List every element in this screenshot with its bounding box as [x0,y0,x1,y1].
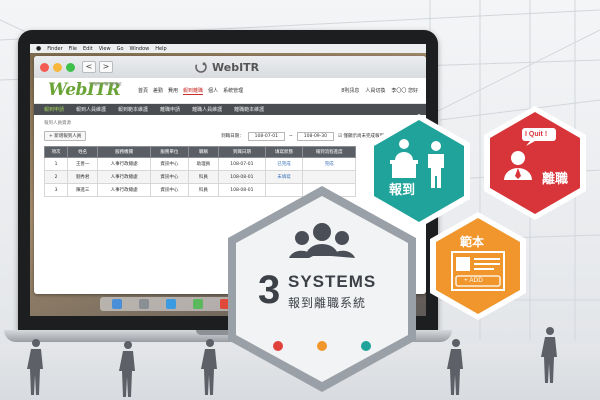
window-brand-text: WebITR [212,60,260,74]
table-cell: 科員 [187,183,220,197]
col-header-progress: 報到流程進度 [302,146,356,158]
menubar-item-view[interactable]: View [99,46,111,52]
sub-nav-resign-apply[interactable]: 離職申請 [160,106,180,113]
app-header: WebITR 行政院人事行政總處 首頁 差勤 費用 報到離職 個人 系統管理 8… [34,78,426,104]
table-cell: 108-07-01 [218,157,266,171]
table-cell: 2 [44,170,68,184]
date-from-input[interactable]: 108-07-01 [247,131,285,141]
safari-dock-icon[interactable] [166,299,177,309]
top-nav-checkin-resign[interactable]: 報到離職 [183,87,204,95]
person-silhouette-icon [447,339,463,395]
person-silhouette-icon [119,341,135,397]
switch-user-link[interactable]: 人員切換 [365,87,385,94]
top-nav: 首頁 差勤 費用 報到離職 個人 系統管理 [138,87,243,95]
table-cell: 人事行政總處 [97,157,151,171]
table-cell: 資訊中心 [149,183,189,197]
date-label: 到職日期： [221,134,244,139]
sub-nav-resign-template[interactable]: 離職範本維護 [234,106,264,113]
dot-teal [361,341,371,351]
user-greeting[interactable]: 李〇〇 您好 [391,87,418,94]
table-cell: 助理員 [187,157,220,171]
sub-nav-resign-staff[interactable]: 離職人員維護 [192,106,222,113]
table-cell: 人事行政總處 [97,170,151,184]
launchpad-dock-icon[interactable] [139,299,150,309]
col-header-index: 項次 [44,146,68,158]
template-hexagon[interactable] [426,210,530,322]
table-cell: 陳進三 [66,183,99,197]
close-window-button[interactable] [40,62,49,72]
add-checkin-staff-button[interactable]: + 新增報到人員 [44,131,87,141]
col-header-unit: 服務單位 [149,146,189,158]
col-header-agency: 服務機關 [97,146,151,158]
person-silhouette-icon [27,339,43,395]
table-cell: 王善一 [66,157,99,171]
minimize-window-button[interactable] [53,62,62,72]
resign-label: 離職 [542,172,569,187]
table-row[interactable]: 1 王善一 人事行政總處 資訊中心 助理員 108-07-01 已完成 完成 [44,157,356,171]
date-to-input[interactable]: 108-09-30 [296,131,335,141]
col-header-fill-status: 填寫狀態 [264,146,304,158]
apple-icon[interactable]: ● [36,45,41,52]
table-cell: 人事行政總處 [97,183,151,197]
menubar-item-file[interactable]: File [69,46,77,52]
stage: ● Finder File Edit View Go Window Help <… [0,0,600,400]
sub-nav-checkin-staff[interactable]: 報到人員維護 [76,106,106,113]
messages-link[interactable]: 8則訊息 [341,87,359,94]
template-add-text: + ADD [464,277,483,284]
menubar-item-window[interactable]: Window [130,46,150,52]
table-cell: 資訊中心 [149,170,189,184]
finder-dock-icon[interactable] [112,299,123,309]
top-nav-expense[interactable]: 費用 [168,87,178,95]
col-header-start-date: 到職日期 [218,146,266,158]
table-cell-link[interactable]: 已完成 [264,157,304,171]
menubar-item-edit[interactable]: Edit [83,46,93,52]
systems-word: SYSTEMS [288,272,377,291]
webitr-swirl-icon [195,61,207,73]
systems-number: 3 [258,268,281,312]
window-brand: WebITR [194,60,259,74]
resign-hexagon[interactable] [480,104,590,222]
sub-nav-checkin-apply[interactable]: 報到申請 [44,106,64,113]
top-nav-home[interactable]: 首頁 [138,87,148,95]
back-button[interactable]: < [82,61,96,73]
webitr-logo-subtitle: 行政院人事行政總處 [90,82,122,86]
table-cell: 劉秀君 [66,170,99,184]
table-cell: 1 [44,157,68,171]
dot-orange [317,341,327,351]
menubar-item-help[interactable]: Help [155,46,166,52]
person-silhouette-icon [541,327,557,383]
checkin-label: 報到 [389,183,416,198]
table-cell-link[interactable]: 完成 [302,157,356,171]
top-nav-attendance[interactable]: 差勤 [153,87,163,95]
systems-subtitle: 報到離職系統 [288,296,367,310]
col-header-title: 職稱 [187,146,220,158]
template-label: 範本 [460,235,485,249]
menubar-item-go[interactable]: Go [117,46,124,52]
top-nav-personal[interactable]: 個人 [208,87,218,95]
sub-nav-checkin-template[interactable]: 報到範本維護 [118,106,148,113]
resign-bubble-text: I Quit ! [525,131,548,138]
window-titlebar: < > WebITR [34,56,426,78]
maximize-window-button[interactable] [66,62,75,72]
forward-button[interactable]: > [99,61,113,73]
messages-dock-icon[interactable] [193,299,204,309]
table-cell: 資訊中心 [149,157,189,171]
mac-menubar: ● Finder File Edit View Go Window Help [30,44,426,53]
menubar-item-finder[interactable]: Finder [47,46,62,52]
user-bar: 8則訊息 人員切換 李〇〇 您好 [341,87,418,94]
col-header-name: 姓名 [66,146,99,158]
person-silhouette-icon [201,339,217,395]
table-cell: 科員 [187,170,220,184]
dot-red [273,341,283,351]
table-cell: 3 [44,183,68,197]
top-nav-system-admin[interactable]: 系統管理 [223,87,243,95]
